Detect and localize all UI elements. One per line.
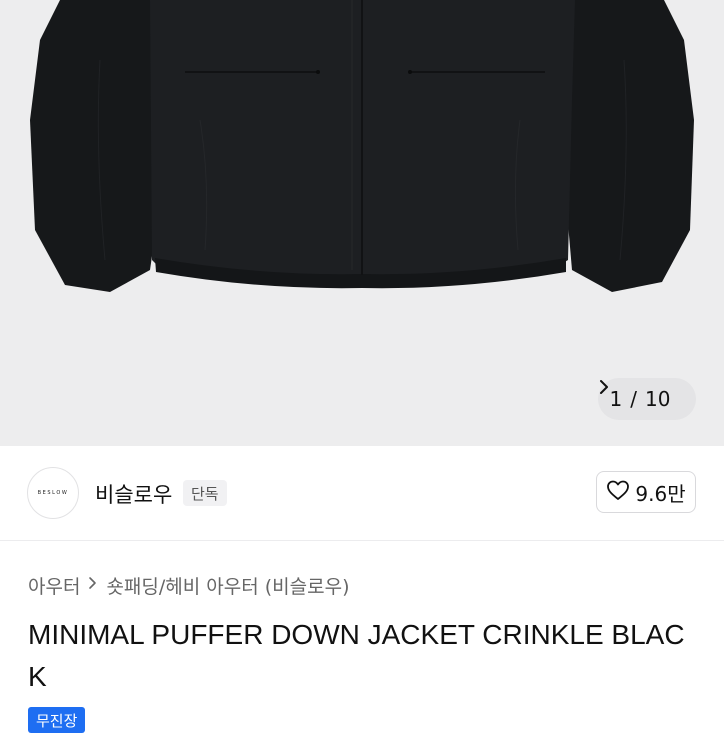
brand-row: BESLOW 비슬로우 단독 9.6만 <box>0 446 724 540</box>
brand-logo-text: BESLOW <box>37 490 69 496</box>
product-title: MINIMAL PUFFER DOWN JACKET CRINKLE BLACK <box>28 619 685 692</box>
exclusive-badge: 단독 <box>183 480 227 506</box>
like-button[interactable]: 9.6만 <box>596 471 696 513</box>
divider <box>0 540 724 541</box>
chevron-right-icon <box>88 575 98 596</box>
breadcrumb-subcategory[interactable]: 숏패딩/헤비 아우터 (비슬로우) <box>106 572 349 599</box>
pager-current: 1 <box>609 387 623 411</box>
breadcrumb: 아우터 숏패딩/헤비 아우터 (비슬로우) <box>28 572 350 599</box>
product-image-gallery[interactable]: 1 / 10 <box>0 0 724 446</box>
heart-icon <box>606 479 630 506</box>
breadcrumb-category[interactable]: 아우터 <box>28 572 80 599</box>
like-count: 9.6만 <box>635 481 686 506</box>
pager-separator: / <box>630 387 638 411</box>
chevron-right-icon[interactable] <box>600 380 690 408</box>
pager-total: 10 <box>645 387 671 411</box>
promo-tag: 무진장 <box>28 707 86 733</box>
brand-name[interactable]: 비슬로우 <box>95 479 172 509</box>
image-pager[interactable]: 1 / 10 <box>598 378 696 420</box>
brand-logo[interactable]: BESLOW <box>27 467 79 519</box>
